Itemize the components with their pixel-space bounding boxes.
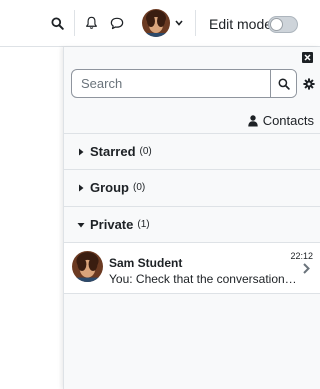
edit-mode-label: Edit mode xyxy=(209,16,273,32)
conversation-item[interactable]: Sam Student 22:12 You: Check that the co… xyxy=(64,242,320,294)
user-menu-toggle[interactable] xyxy=(139,8,185,38)
edit-mode-toggle[interactable] xyxy=(268,16,298,33)
navbar-divider xyxy=(195,10,196,36)
section-starred[interactable]: Starred (0) xyxy=(64,133,320,169)
top-navbar: Edit mode xyxy=(0,0,320,47)
contacts-link[interactable]: Contacts xyxy=(247,113,314,128)
search-icon xyxy=(278,78,290,90)
section-group[interactable]: Group (0) xyxy=(64,169,320,205)
close-icon xyxy=(304,54,311,61)
conversation-time: 22:12 xyxy=(290,251,313,261)
caret-right-icon xyxy=(79,148,84,155)
avatar xyxy=(72,251,103,282)
conversation-name: Sam Student xyxy=(109,256,183,270)
section-private[interactable]: Private (1) xyxy=(64,206,320,242)
toggle-knob xyxy=(270,18,283,31)
message-drawer: Contacts Starred (0) Group (0) Private (… xyxy=(63,47,320,389)
section-count: (1) xyxy=(137,219,150,230)
caret-down-icon xyxy=(77,222,85,227)
messages-button[interactable] xyxy=(107,12,127,34)
search-submit-button[interactable] xyxy=(270,70,296,97)
chat-bubble-icon xyxy=(110,17,124,29)
caret-right-icon xyxy=(79,184,84,191)
contacts-label: Contacts xyxy=(262,113,314,128)
section-label: Group xyxy=(90,180,129,195)
bell-icon xyxy=(85,16,97,29)
navbar-divider xyxy=(74,10,75,36)
conversation-preview: You: Check that the conversation is stil… xyxy=(109,272,299,286)
section-count: (0) xyxy=(139,146,152,157)
user-avatar xyxy=(141,9,170,37)
search-input[interactable] xyxy=(72,70,270,97)
gear-icon xyxy=(303,78,315,90)
section-label: Starred xyxy=(90,144,136,159)
user-icon xyxy=(247,114,258,126)
section-label: Private xyxy=(90,217,134,232)
settings-button[interactable] xyxy=(303,77,315,90)
chevron-right-icon xyxy=(303,263,310,274)
search-button[interactable] xyxy=(46,12,68,34)
search-icon xyxy=(50,16,64,30)
notifications-button[interactable] xyxy=(81,12,101,34)
close-drawer-button[interactable] xyxy=(302,52,313,63)
section-count: (0) xyxy=(133,182,146,193)
search-group xyxy=(71,69,297,98)
chevron-down-icon xyxy=(174,20,183,26)
